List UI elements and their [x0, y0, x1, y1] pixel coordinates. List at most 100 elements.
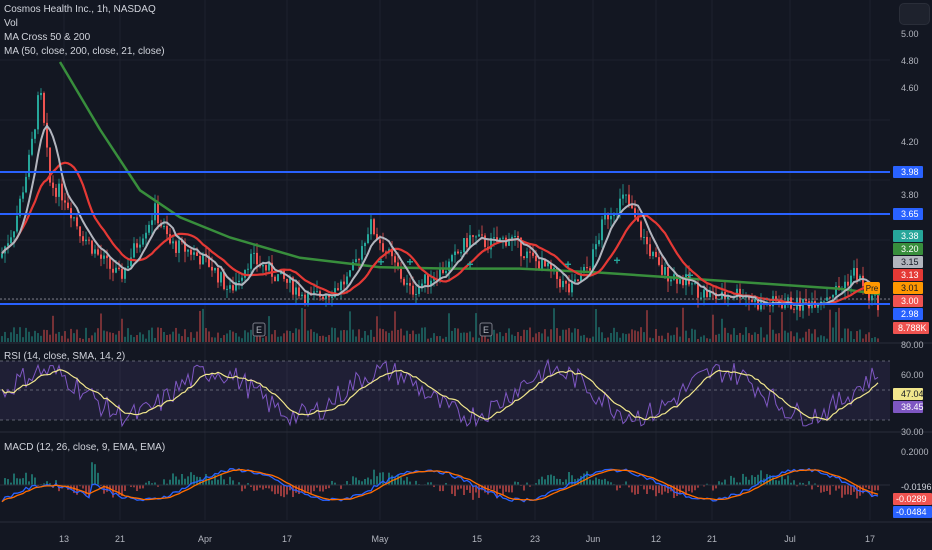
volume-bar	[325, 336, 327, 342]
candle-body	[196, 252, 198, 256]
volume-bar	[499, 332, 501, 342]
price-tag: 3.15	[901, 257, 919, 267]
volume-bar	[823, 336, 825, 342]
macd-histogram-bar	[22, 478, 24, 485]
candle-body	[595, 244, 597, 250]
macd-histogram-bar	[163, 479, 165, 485]
volume-bar	[34, 330, 36, 342]
macd-histogram-bar	[655, 485, 657, 497]
volume-bar	[679, 336, 681, 342]
candle-body	[394, 256, 396, 263]
macd-histogram-bar	[565, 479, 567, 485]
volume-bar	[103, 330, 105, 342]
volume-bar	[154, 337, 156, 342]
macd-histogram-bar	[16, 478, 18, 485]
candle-body	[493, 237, 495, 239]
volume-bar	[394, 311, 396, 342]
macd-histogram-bar	[778, 480, 780, 485]
candle-body	[664, 267, 666, 275]
volume-bar	[436, 336, 438, 342]
volume-bar	[706, 338, 708, 342]
volume-bar	[697, 338, 699, 342]
candle-body	[43, 92, 45, 123]
candle-body	[358, 259, 360, 261]
macd-histogram-bar	[820, 485, 822, 493]
candle-body	[793, 308, 795, 310]
volume-bar	[523, 329, 525, 342]
candle-body	[667, 267, 669, 282]
macd-histogram-bar	[571, 475, 573, 485]
candle-body	[460, 252, 462, 254]
volume-bar	[142, 334, 144, 342]
macd-histogram-bar	[439, 485, 441, 492]
candle-body	[256, 252, 258, 265]
macd-histogram-bar	[676, 485, 678, 497]
macd-tag: -0.0196	[901, 482, 932, 492]
volume-bar	[112, 332, 114, 342]
volume-bar	[841, 338, 843, 342]
candle-body	[628, 194, 630, 206]
macd-histogram-bar	[544, 479, 546, 485]
volume-bar	[517, 332, 519, 342]
chart-settings-button[interactable]	[899, 3, 930, 25]
volume-bar	[526, 330, 528, 342]
volume-bar	[655, 329, 657, 342]
volume-bar	[508, 328, 510, 342]
candle-body	[853, 268, 855, 276]
candle-body	[622, 194, 624, 199]
candle-body	[586, 267, 588, 269]
volume-bar	[274, 330, 276, 342]
volume-bar	[298, 329, 300, 342]
volume-bar	[748, 333, 750, 342]
volume-bar	[406, 330, 408, 342]
macd-histogram-bar	[409, 481, 411, 485]
volume-bar	[469, 331, 471, 342]
candle-body	[577, 279, 579, 281]
macd-histogram-bar	[874, 485, 876, 491]
macd-histogram-bar	[256, 485, 258, 491]
chart-canvas[interactable]: ++++++EE5.004.804.604.203.803.403.983.65…	[0, 0, 932, 550]
volume-bar	[652, 338, 654, 342]
volume-bar	[790, 331, 792, 342]
macd-histogram-bar	[358, 480, 360, 485]
macd-histogram-bar	[268, 485, 270, 489]
volume-bar	[190, 332, 192, 342]
volume-bar	[64, 331, 66, 342]
volume-bar	[367, 335, 369, 342]
candle-body	[250, 253, 252, 269]
price-tag: 3.01	[901, 283, 919, 293]
candle-body	[871, 295, 873, 301]
volume-bar	[412, 330, 414, 342]
macd-histogram-bar	[775, 480, 777, 485]
macd-histogram-bar	[811, 485, 813, 490]
candle-body	[826, 297, 828, 301]
volume-bar	[646, 310, 648, 342]
macd-histogram-bar	[652, 485, 654, 491]
macd-histogram-bar	[82, 485, 84, 489]
rsi-tag: 38.45	[901, 402, 924, 412]
candle-body	[85, 239, 87, 242]
candle-body	[367, 234, 369, 244]
rsi-legend: RSI (14, close, SMA, 14, 2)	[4, 350, 125, 364]
volume-bar	[40, 335, 42, 342]
candle-body	[760, 301, 762, 310]
volume-bar	[424, 327, 426, 342]
macd-histogram-bar	[13, 473, 15, 485]
candle-body	[16, 215, 18, 232]
legend-ma: MA (50, close, 200, close, 21, close)	[4, 46, 165, 57]
legend-vol: Vol	[4, 18, 18, 29]
macd-histogram-bar	[319, 485, 321, 492]
candle-body	[832, 294, 834, 298]
rsi-axis-label: 80.00	[901, 340, 924, 350]
price-level-label: 3.98	[901, 167, 919, 177]
macd-histogram-bar	[508, 485, 510, 493]
candle-body	[133, 243, 135, 258]
volume-bar	[343, 329, 345, 342]
volume-bar	[94, 332, 96, 342]
macd-histogram-bar	[823, 485, 825, 492]
volume-bar	[229, 330, 231, 342]
candle-body	[856, 268, 858, 281]
macd-histogram-bar	[658, 485, 660, 494]
macd-histogram-bar	[34, 477, 36, 485]
macd-histogram-bar	[7, 479, 9, 485]
